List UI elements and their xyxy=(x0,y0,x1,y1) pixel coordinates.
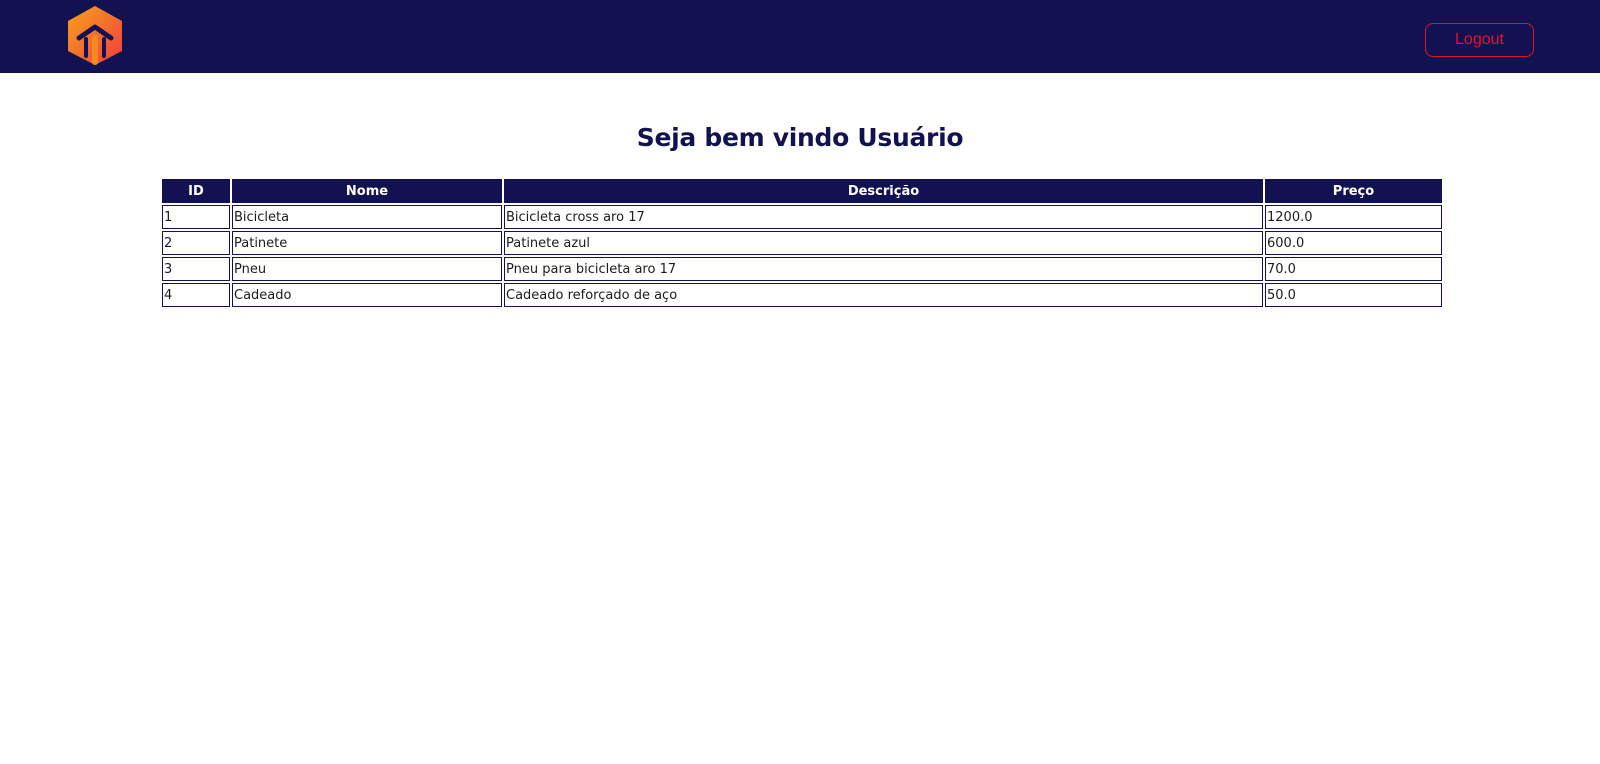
table-row: 2 Patinete Patinete azul 600.0 xyxy=(162,231,1442,255)
table-header-row: ID Nome Descrição Preço xyxy=(162,179,1442,203)
page-title: Seja bem vindo Usuário xyxy=(636,123,964,152)
logout-button[interactable]: Logout xyxy=(1425,23,1534,57)
column-header-id: ID xyxy=(162,179,230,203)
cell-preco: 70.0 xyxy=(1265,257,1442,281)
cell-descricao: Cadeado reforçado de aço xyxy=(504,283,1263,307)
cell-preco: 600.0 xyxy=(1265,231,1442,255)
cell-descricao: Bicicleta cross aro 17 xyxy=(504,205,1263,229)
cell-id: 2 xyxy=(162,231,230,255)
table-row: 3 Pneu Pneu para bicicleta aro 17 70.0 xyxy=(162,257,1442,281)
logo-icon[interactable] xyxy=(65,5,125,66)
top-navbar: Logout xyxy=(0,0,1600,73)
table-row: 1 Bicicleta Bicicleta cross aro 17 1200.… xyxy=(162,205,1442,229)
cell-nome: Cadeado xyxy=(232,283,502,307)
cell-nome: Bicicleta xyxy=(232,205,502,229)
column-header-preco: Preço xyxy=(1265,179,1442,203)
cell-id: 4 xyxy=(162,283,230,307)
table-row: 4 Cadeado Cadeado reforçado de aço 50.0 xyxy=(162,283,1442,307)
cell-preco: 1200.0 xyxy=(1265,205,1442,229)
cell-descricao: Pneu para bicicleta aro 17 xyxy=(504,257,1263,281)
column-header-nome: Nome xyxy=(232,179,502,203)
cell-id: 3 xyxy=(162,257,230,281)
column-header-descricao: Descrição xyxy=(504,179,1263,203)
cell-preco: 50.0 xyxy=(1265,283,1442,307)
cell-descricao: Patinete azul xyxy=(504,231,1263,255)
cell-nome: Pneu xyxy=(232,257,502,281)
products-table: ID Nome Descrição Preço 1 Bicicleta Bici… xyxy=(160,177,1444,309)
cell-id: 1 xyxy=(162,205,230,229)
cell-nome: Patinete xyxy=(232,231,502,255)
